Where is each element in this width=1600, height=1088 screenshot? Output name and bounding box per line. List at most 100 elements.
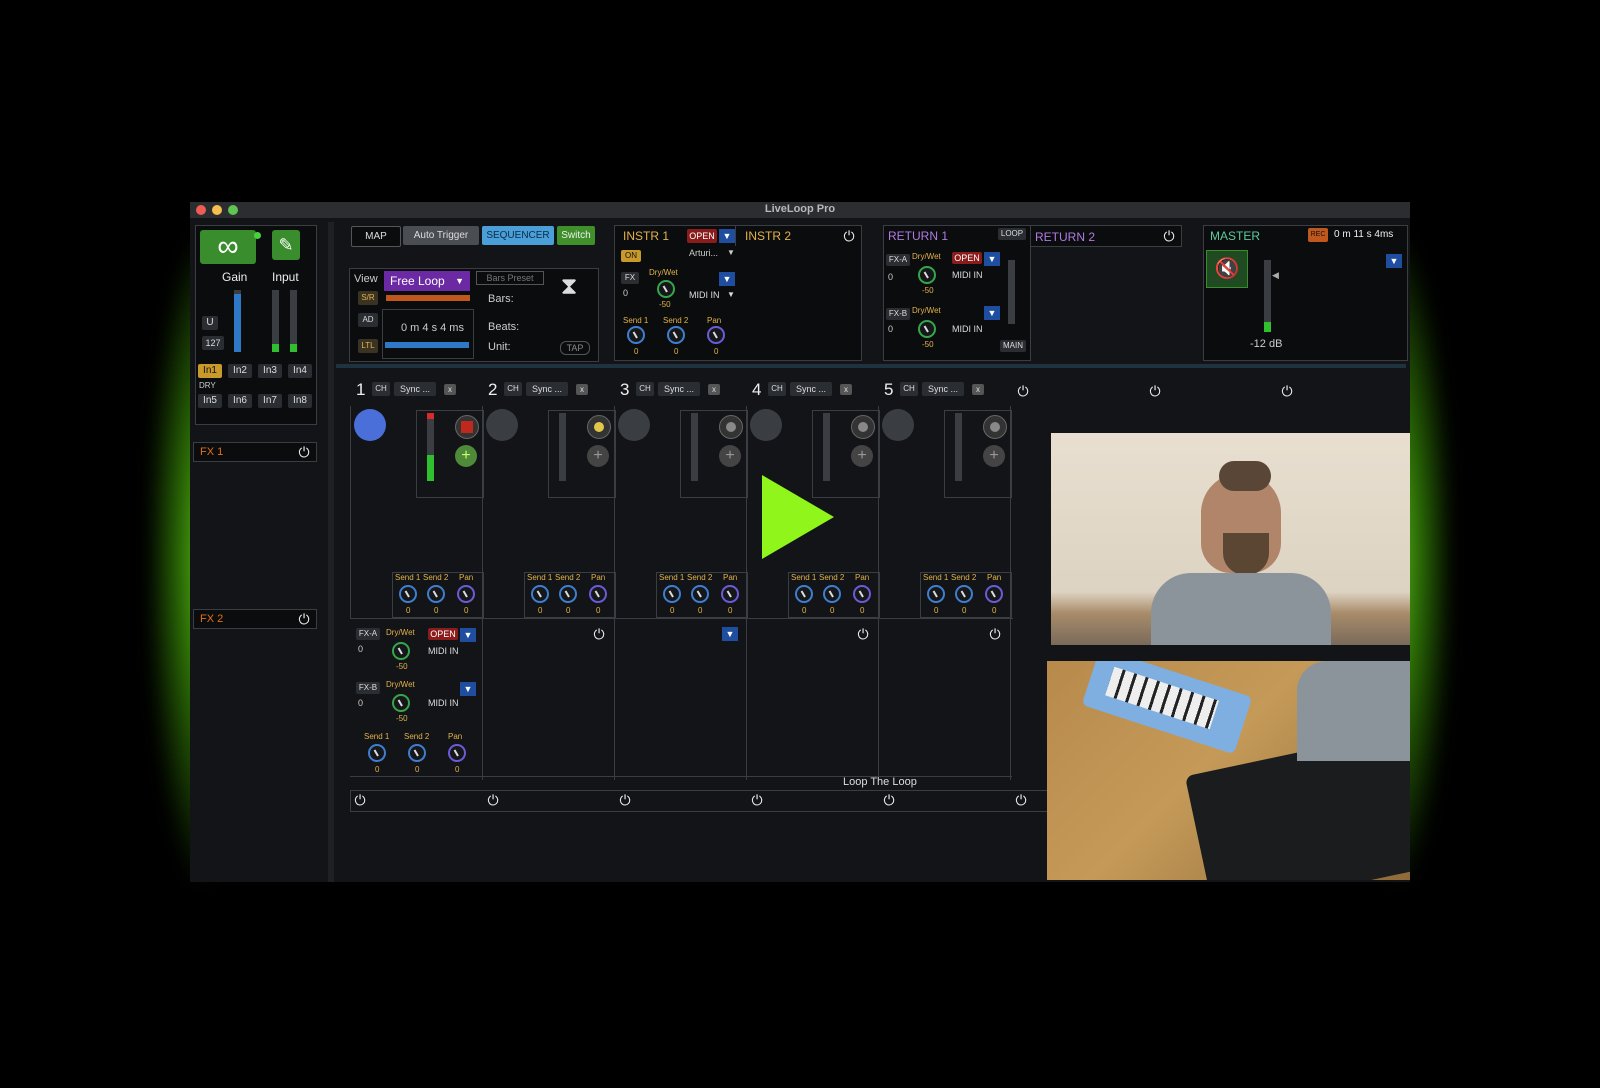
track-4-close-button[interactable]: x [840,384,852,395]
switch-button[interactable]: Switch [557,226,595,245]
input-button-in1[interactable]: In1 [198,364,222,378]
return2-power-icon[interactable]: ⏻ [1161,228,1177,244]
track-4-ch-button[interactable]: CH [768,382,786,396]
return1-dropdown-a[interactable]: ▼ [984,252,1000,266]
track-2-add-icon[interactable]: + [587,445,609,467]
play-overlay-icon[interactable] [762,475,834,559]
track-2-pan-knob[interactable] [589,585,607,603]
track-3-clip-slot[interactable] [618,409,650,441]
bottom-power-6-icon[interactable]: ⏻ [1013,792,1029,808]
input-button-in3[interactable]: In3 [258,364,282,378]
track-4-send2-knob[interactable] [823,585,841,603]
return1-fxb-button[interactable]: FX-B [886,308,910,320]
bottom-power-4-icon[interactable]: ⏻ [749,792,765,808]
track-3-record-button[interactable] [719,415,743,439]
return1-dropdown-b[interactable]: ▼ [984,306,1000,320]
track-4-sync-button[interactable]: Sync ... [790,382,832,396]
ad-button[interactable]: AD [358,313,378,327]
return1-loop-button[interactable]: LOOP [998,228,1026,240]
instr1-fx-button[interactable]: FX [621,272,639,284]
track-1-pan-knob[interactable] [457,585,475,603]
return1-open-button[interactable]: OPEN [952,252,982,264]
track-5-send2-knob[interactable] [955,585,973,603]
gain-meter[interactable] [234,290,241,352]
return1-midi-in-a[interactable]: MIDI IN [952,270,983,280]
track-2-send1-knob[interactable] [531,585,549,603]
track-1-fxa-midi-in[interactable]: MIDI IN [428,646,459,656]
microphone-icon[interactable]: ✎ [272,230,300,260]
track-2-sync-button[interactable]: Sync ... [526,382,568,396]
fx2-power-icon[interactable]: ⏻ [296,611,312,627]
track-2-ch-button[interactable]: CH [504,382,522,396]
instr1-dropdown[interactable]: ▼ [719,229,735,243]
track-1-send2-knob[interactable] [427,585,445,603]
fx1-power-icon[interactable]: ⏻ [296,444,312,460]
track-8-power-icon[interactable]: ⏻ [1279,383,1295,399]
track-1-fxb-drywet-knob[interactable] [392,694,410,712]
fx2-slot[interactable]: FX 2 ⏻ [193,609,317,629]
track-3-sync-button[interactable]: Sync ... [658,382,700,396]
infinity-loop-icon[interactable]: ∞ [200,230,256,264]
tap-button[interactable]: TAP [560,341,590,355]
input-button-in2[interactable]: In2 [228,364,252,378]
track-3-send2-knob[interactable] [691,585,709,603]
track-1-stop-button[interactable] [455,415,479,439]
track-1-sync-button[interactable]: Sync ... [394,382,436,396]
speaker-mute-icon[interactable]: 🔇 [1206,250,1248,288]
track-2-fx-power-icon[interactable]: ⏻ [591,626,607,642]
instr1-midi-in[interactable]: MIDI IN [689,290,720,300]
instr1-preset[interactable]: Arturi... [689,248,718,258]
track-5-sync-button[interactable]: Sync ... [922,382,964,396]
track-5-fx-power-icon[interactable]: ⏻ [987,626,1003,642]
track-4-record-button[interactable] [851,415,875,439]
track-5-add-icon[interactable]: + [983,445,1005,467]
sr-button[interactable]: S/R [358,291,378,305]
map-button[interactable]: MAP [351,226,401,247]
midi-chevron-icon[interactable]: ▼ [727,290,735,299]
track-1-lower-send1-knob[interactable] [368,744,386,762]
return1-drywet-a-knob[interactable] [918,266,936,284]
track-1-ch-button[interactable]: CH [372,382,390,396]
track-4-pan-knob[interactable] [853,585,871,603]
return1-main-button[interactable]: MAIN [1000,340,1026,352]
track-2-close-button[interactable]: x [576,384,588,395]
track-7-power-icon[interactable]: ⏻ [1147,383,1163,399]
return1-midi-in-b[interactable]: MIDI IN [952,324,983,334]
track-4-add-icon[interactable]: + [851,445,873,467]
track-5-clip-slot[interactable] [882,409,914,441]
track-3-ch-button[interactable]: CH [636,382,654,396]
input-button-in6[interactable]: In6 [228,394,252,408]
track-1-clip-play-indicator[interactable] [354,409,386,441]
track-3-close-button[interactable]: x [708,384,720,395]
ltl-button[interactable]: LTL [358,339,378,353]
instr1-drywet-knob[interactable] [657,280,675,298]
input-button-in5[interactable]: In5 [198,394,222,408]
track-2-send2-knob[interactable] [559,585,577,603]
record-button[interactable]: REC [1308,228,1328,242]
fx1-slot[interactable]: FX 1 ⏻ [193,442,317,462]
input-button-in7[interactable]: In7 [258,394,282,408]
input-button-in4[interactable]: In4 [288,364,312,378]
track-1-lower-pan-knob[interactable] [448,744,466,762]
track-4-send1-knob[interactable] [795,585,813,603]
track-3-add-icon[interactable]: + [719,445,741,467]
bottom-power-1-icon[interactable]: ⏻ [352,792,368,808]
track-4-fx-power-icon[interactable]: ⏻ [855,626,871,642]
instr1-fx-dropdown[interactable]: ▼ [719,272,735,286]
track-5-send1-knob[interactable] [927,585,945,603]
track-5-ch-button[interactable]: CH [900,382,918,396]
track-1-fxa-dropdown[interactable]: ▼ [460,628,476,642]
track-1-fxb-midi-in[interactable]: MIDI IN [428,698,459,708]
track-2-clip-slot[interactable] [486,409,518,441]
track-1-fxb-dropdown[interactable]: ▼ [460,682,476,696]
sequencer-button[interactable]: SEQUENCER [482,226,554,245]
auto-trigger-button[interactable]: Auto Trigger [403,226,479,245]
track-1-fxb-button[interactable]: FX-B [356,682,380,694]
u-button[interactable]: U [202,316,218,330]
track-5-pan-knob[interactable] [985,585,1003,603]
track-1-fxa-open-button[interactable]: OPEN [428,628,458,640]
instr1-open-button[interactable]: OPEN [687,229,717,243]
track-1-add-icon[interactable]: + [455,445,477,467]
track-3-fx-dropdown[interactable]: ▼ [722,627,738,641]
track-5-close-button[interactable]: x [972,384,984,395]
